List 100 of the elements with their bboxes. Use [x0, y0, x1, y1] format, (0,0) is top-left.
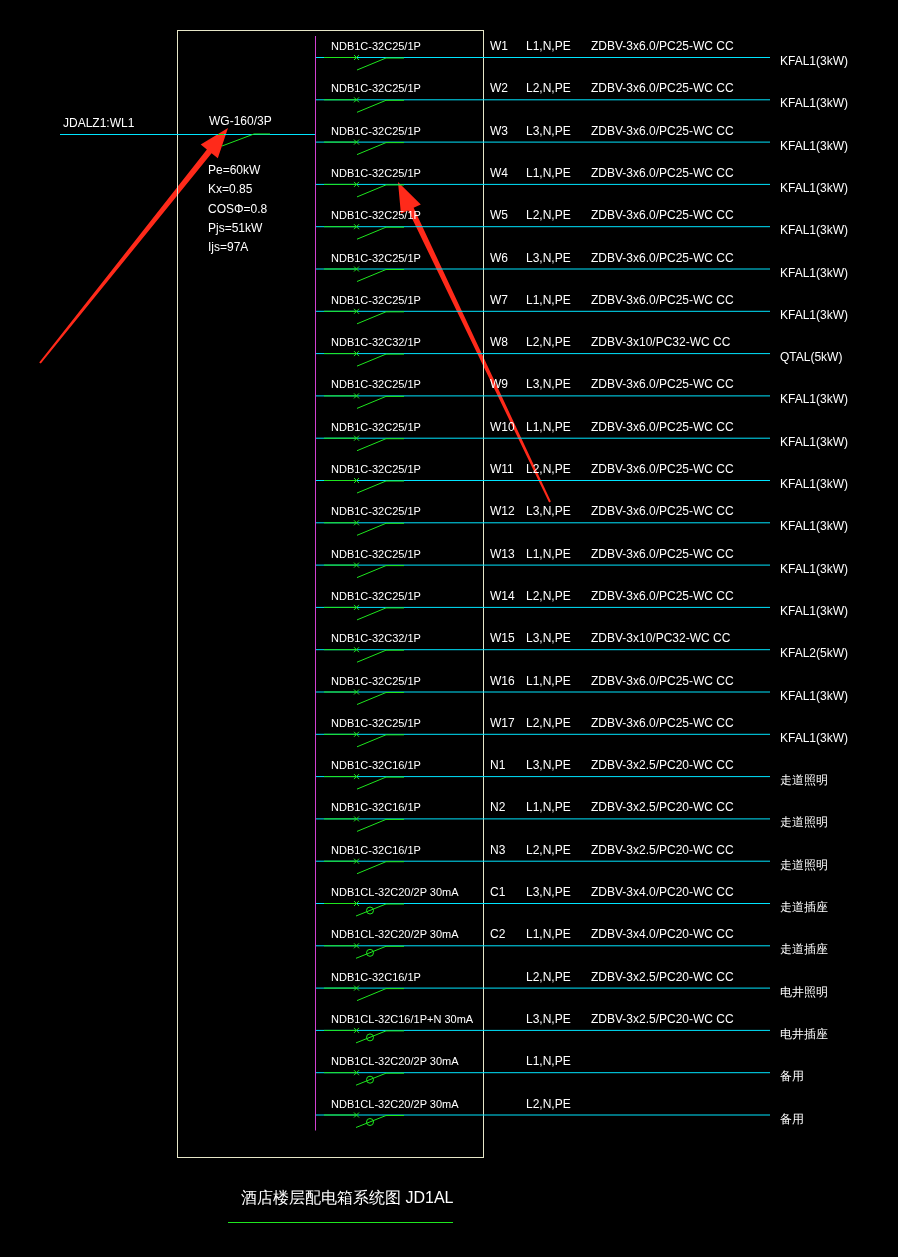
load-label: 走道插座: [780, 900, 828, 914]
cable-label: ZDBV-3x2.5/PC20-WC CC: [591, 1011, 734, 1026]
load-label: KFAL1(3kW): [780, 561, 848, 576]
circuit-number: W16: [490, 673, 515, 688]
cable-label: ZDBV-3x6.0/PC25-WC CC: [591, 165, 734, 180]
breaker-label: NDB1C-32C16/1P: [331, 843, 421, 856]
breaker-label: NDB1C-32C25/1P: [331, 505, 421, 518]
breaker-label: NDB1C-32C25/1P: [331, 166, 421, 179]
phase-label: L1,N,PE: [526, 927, 571, 942]
cable-label: ZDBV-3x6.0/PC25-WC CC: [591, 292, 734, 307]
parameter-text: Ijs=97A: [208, 240, 249, 255]
circuit-number: N3: [490, 842, 506, 857]
circuit-number: W14: [490, 588, 515, 603]
breaker-label: NDB1C-32C16/1P: [331, 970, 421, 983]
circuit-number: N1: [490, 758, 506, 773]
circuit-number: C2: [490, 927, 506, 942]
circuit-number: C1: [490, 885, 506, 899]
load-label: KFAL1(3kW): [780, 54, 848, 68]
breaker-label: NDB1C-32C16/1P: [331, 759, 421, 772]
phase-label: L3,N,PE: [526, 504, 571, 519]
breaker-label: NDB1C-32C25/1P: [331, 463, 421, 475]
breaker-label: NDB1CL-32C16/1P+N 30mA: [331, 1012, 474, 1025]
breaker-label: NDB1C-32C25/1P: [331, 124, 421, 137]
breaker-label: NDB1CL-32C20/2P 30mA: [331, 928, 459, 941]
circuit-number: W12: [490, 504, 515, 519]
breaker-label: WG-160/3P: [209, 114, 272, 128]
circuit-number: W1: [490, 39, 508, 53]
load-label: KFAL2(5kW): [780, 646, 848, 661]
load-label: KFAL1(3kW): [780, 307, 848, 322]
cable-label: ZDBV-3x2.5/PC20-WC CC: [591, 758, 734, 773]
breaker-label: NDB1C-32C25/1P: [331, 40, 421, 52]
phase-label: L2,N,PE: [526, 81, 571, 96]
feeder-label: JDALZ1:WL1: [63, 116, 135, 130]
phase-label: L1,N,PE: [526, 546, 571, 561]
breaker-label: NDB1C-32C25/1P: [331, 82, 421, 95]
load-label: KFAL1(3kW): [780, 96, 848, 111]
breaker-label: NDB1C-32C25/1P: [331, 589, 421, 602]
breaker-label: NDB1C-32C25/1P: [331, 674, 421, 687]
breaker-label: NDB1C-32C25/1P: [331, 420, 421, 433]
phase-label: L2,N,PE: [526, 335, 571, 350]
phase-label: L1,N,PE: [526, 800, 571, 815]
phase-label: L1,N,PE: [526, 673, 571, 688]
breaker-label: NDB1CL-32C20/2P 30mA: [331, 886, 459, 898]
phase-label: L1,N,PE: [526, 165, 571, 180]
circuit-number: W5: [490, 208, 508, 223]
load-label: KFAL1(3kW): [780, 434, 848, 449]
breaker-label: NDB1C-32C16/1P: [331, 801, 421, 814]
cable-label: ZDBV-3x6.0/PC25-WC CC: [591, 419, 734, 434]
circuit-number: W4: [490, 165, 508, 180]
cable-label: ZDBV-3x10/PC32-WC CC: [591, 335, 731, 350]
parameter-text: Pe=60kW: [208, 163, 261, 177]
load-label: KFAL1(3kW): [780, 392, 848, 407]
cable-label: ZDBV-3x6.0/PC25-WC CC: [591, 377, 734, 392]
circuit-number: W8: [490, 335, 508, 350]
breaker-label: NDB1C-32C32/1P: [331, 632, 421, 645]
cable-label: ZDBV-3x2.5/PC20-WC CC: [591, 969, 734, 984]
cable-label: ZDBV-3x6.0/PC25-WC CC: [591, 462, 734, 476]
phase-label: L3,N,PE: [526, 885, 571, 899]
cable-label: ZDBV-3x6.0/PC25-WC CC: [591, 81, 734, 96]
phase-label: L2,N,PE: [526, 842, 571, 857]
load-label: 走道照明: [780, 773, 828, 788]
phase-label: L2,N,PE: [526, 1096, 571, 1111]
phase-label: L3,N,PE: [526, 758, 571, 773]
phase-label: L2,N,PE: [526, 208, 571, 223]
phase-label: L3,N,PE: [526, 631, 571, 646]
cable-label: ZDBV-3x4.0/PC20-WC CC: [591, 927, 734, 942]
load-label: KFAL1(3kW): [780, 180, 848, 195]
breaker-label: NDB1C-32C25/1P: [331, 547, 421, 560]
circuit-number: W15: [490, 631, 515, 646]
cable-label: ZDBV-3x4.0/PC20-WC CC: [591, 885, 734, 899]
breaker-label: NDB1CL-32C20/2P 30mA: [331, 1097, 459, 1110]
breaker-label: NDB1C-32C25/1P: [331, 716, 421, 729]
cable-label: ZDBV-3x6.0/PC25-WC CC: [591, 39, 734, 53]
load-label: 备用: [780, 1069, 804, 1084]
load-label: KFAL1(3kW): [780, 265, 848, 280]
load-label: KFAL1(3kW): [780, 730, 848, 745]
load-label: KFAL1(3kW): [780, 688, 848, 703]
breaker-label: NDB1C-32C25/1P: [331, 378, 421, 391]
phase-label: L1,N,PE: [526, 419, 571, 434]
circuit-number: W2: [490, 81, 508, 96]
parameter-text: Kx=0.85: [208, 182, 253, 197]
parameter-text: Pjs=51kW: [208, 220, 263, 235]
load-label: KFAL1(3kW): [780, 477, 848, 491]
load-label: 走道插座: [780, 942, 828, 957]
load-label: 电井插座: [780, 1026, 828, 1041]
cable-label: ZDBV-3x6.0/PC25-WC CC: [591, 673, 734, 688]
drawing-title: 酒店楼层配电箱系统图 JD1AL: [241, 1189, 454, 1206]
load-label: 备用: [780, 1111, 804, 1126]
phase-label: L1,N,PE: [526, 39, 571, 53]
phase-label: L2,N,PE: [526, 969, 571, 984]
load-label: 电井照明: [780, 984, 828, 999]
phase-label: L3,N,PE: [526, 1011, 571, 1026]
breaker-label: NDB1C-32C25/1P: [331, 251, 421, 264]
circuit-number: N2: [490, 800, 506, 815]
parameter-text: COSΦ=0.8: [208, 201, 268, 216]
cable-label: ZDBV-3x6.0/PC25-WC CC: [591, 208, 734, 223]
phase-label: L3,N,PE: [526, 123, 571, 138]
cable-label: ZDBV-3x6.0/PC25-WC CC: [591, 588, 734, 603]
load-label: KFAL1(3kW): [780, 519, 848, 534]
cable-label: ZDBV-3x2.5/PC20-WC CC: [591, 800, 734, 815]
